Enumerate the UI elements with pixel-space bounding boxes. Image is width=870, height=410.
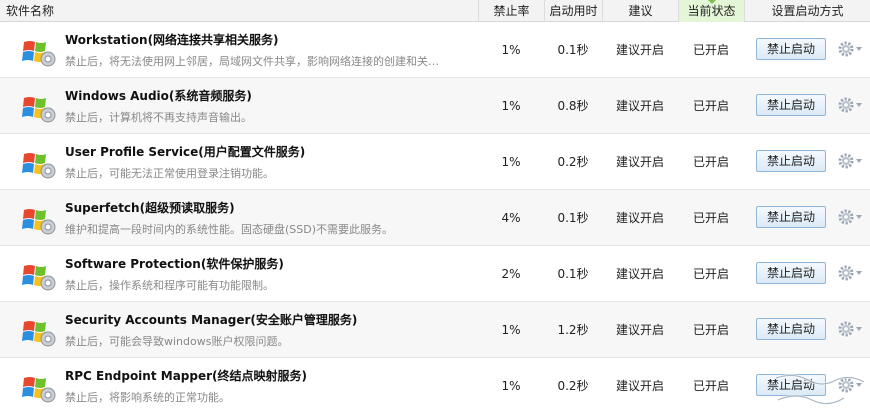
windows-service-icon — [22, 265, 56, 291]
service-name: Superfetch(超级预读取服务) — [65, 201, 235, 215]
gear-icon[interactable] — [838, 97, 854, 113]
service-name: Windows Audio(系统音频服务) — [65, 89, 252, 103]
startup-time: 0.1秒 — [557, 267, 589, 281]
service-description: 维护和提高一段时间内的系统性能。固态硬盘(SSD)不需要此服务。 — [65, 223, 394, 236]
table-row: Security Accounts Manager(安全账户管理服务) 禁止后，… — [0, 302, 870, 358]
service-description: 禁止后，将影响系统的正常功能。 — [65, 391, 230, 404]
current-status: 已开启 — [692, 43, 729, 57]
header-name[interactable]: 软件名称 — [0, 0, 478, 22]
disable-rate: 1% — [501, 379, 521, 393]
windows-service-icon — [22, 209, 56, 235]
table-row: RPC Endpoint Mapper(终结点映射服务) 禁止后，将影响系统的正… — [0, 358, 870, 410]
suggestion: 建议开启 — [615, 43, 664, 57]
windows-service-icon — [22, 41, 56, 67]
disable-rate: 2% — [501, 267, 521, 281]
chevron-down-icon[interactable] — [856, 159, 862, 163]
disable-startup-button[interactable]: 禁止启动 — [756, 262, 826, 284]
startup-time: 0.2秒 — [557, 379, 589, 393]
disable-startup-button[interactable]: 禁止启动 — [756, 206, 826, 228]
disable-rate: 1% — [501, 43, 521, 57]
windows-service-icon — [22, 377, 56, 403]
service-description: 禁止后，可能会导致windows账户权限问题。 — [65, 335, 289, 348]
service-description: 禁止后，将无法使用网上邻居，局域网文件共享，影响网络连接的创建和关… — [65, 55, 439, 68]
disable-startup-button[interactable]: 禁止启动 — [756, 150, 826, 172]
startup-time: 0.2秒 — [557, 155, 589, 169]
table-row: Windows Audio(系统音频服务) 禁止后，计算机将不再支持声音输出。 … — [0, 78, 870, 134]
disable-rate: 4% — [501, 211, 521, 225]
service-description: 禁止后，操作系统和程序可能有功能限制。 — [65, 279, 274, 292]
table-header: 软件名称 禁止率 启动用时 建议 当前状态 设置启动方式 — [0, 0, 870, 22]
service-name: Workstation(网络连接共享相关服务) — [65, 33, 279, 47]
gear-icon[interactable] — [838, 265, 854, 281]
startup-time: 0.1秒 — [557, 43, 589, 57]
suggestion: 建议开启 — [615, 155, 664, 169]
disable-startup-button[interactable]: 禁止启动 — [756, 94, 826, 116]
header-suggest[interactable]: 建议 — [602, 0, 678, 22]
disable-rate: 1% — [501, 155, 521, 169]
suggestion: 建议开启 — [615, 379, 664, 393]
chevron-down-icon[interactable] — [856, 271, 862, 275]
chevron-down-icon[interactable] — [856, 47, 862, 51]
watermark-logo — [775, 374, 865, 405]
current-status: 已开启 — [692, 267, 729, 281]
gear-icon[interactable] — [838, 209, 854, 225]
disable-startup-button[interactable]: 禁止启动 — [756, 38, 826, 60]
table-row: User Profile Service(用户配置文件服务) 禁止后，可能无法正… — [0, 134, 870, 190]
startup-time: 0.1秒 — [557, 211, 589, 225]
header-status[interactable]: 当前状态 — [678, 0, 744, 22]
service-name: Security Accounts Manager(安全账户管理服务) — [65, 313, 358, 327]
current-status: 已开启 — [692, 323, 729, 337]
header-method[interactable]: 设置启动方式 — [744, 0, 870, 22]
chevron-down-icon[interactable] — [856, 215, 862, 219]
gear-icon[interactable] — [838, 321, 854, 337]
suggestion: 建议开启 — [615, 211, 664, 225]
windows-service-icon — [22, 153, 56, 179]
service-name: RPC Endpoint Mapper(终结点映射服务) — [65, 369, 307, 383]
service-name: User Profile Service(用户配置文件服务) — [65, 145, 306, 159]
chevron-down-icon[interactable] — [856, 103, 862, 107]
service-name: Software Protection(软件保护服务) — [65, 257, 284, 271]
suggestion: 建议开启 — [615, 99, 664, 113]
header-time[interactable]: 启动用时 — [544, 0, 602, 22]
service-description: 禁止后，计算机将不再支持声音输出。 — [65, 111, 252, 124]
table-row: Software Protection(软件保护服务) 禁止后，操作系统和程序可… — [0, 246, 870, 302]
windows-service-icon — [22, 321, 56, 347]
header-rate[interactable]: 禁止率 — [478, 0, 544, 22]
current-status: 已开启 — [692, 379, 729, 393]
current-status: 已开启 — [692, 155, 729, 169]
chevron-down-icon[interactable] — [856, 327, 862, 331]
disable-rate: 1% — [501, 323, 521, 337]
disable-rate: 1% — [501, 99, 521, 113]
suggestion: 建议开启 — [615, 267, 664, 281]
current-status: 已开启 — [692, 99, 729, 113]
gear-icon[interactable] — [838, 153, 854, 169]
table-row: Workstation(网络连接共享相关服务) 禁止后，将无法使用网上邻居，局域… — [0, 22, 870, 78]
suggestion: 建议开启 — [615, 323, 664, 337]
gear-icon[interactable] — [838, 41, 854, 57]
startup-time: 1.2秒 — [557, 323, 589, 337]
service-description: 禁止后，可能无法正常使用登录注销功能。 — [65, 167, 274, 180]
table-row: Superfetch(超级预读取服务) 维护和提高一段时间内的系统性能。固态硬盘… — [0, 190, 870, 246]
disable-startup-button[interactable]: 禁止启动 — [756, 318, 826, 340]
current-status: 已开启 — [692, 211, 729, 225]
startup-time: 0.8秒 — [557, 99, 589, 113]
windows-service-icon — [22, 97, 56, 123]
